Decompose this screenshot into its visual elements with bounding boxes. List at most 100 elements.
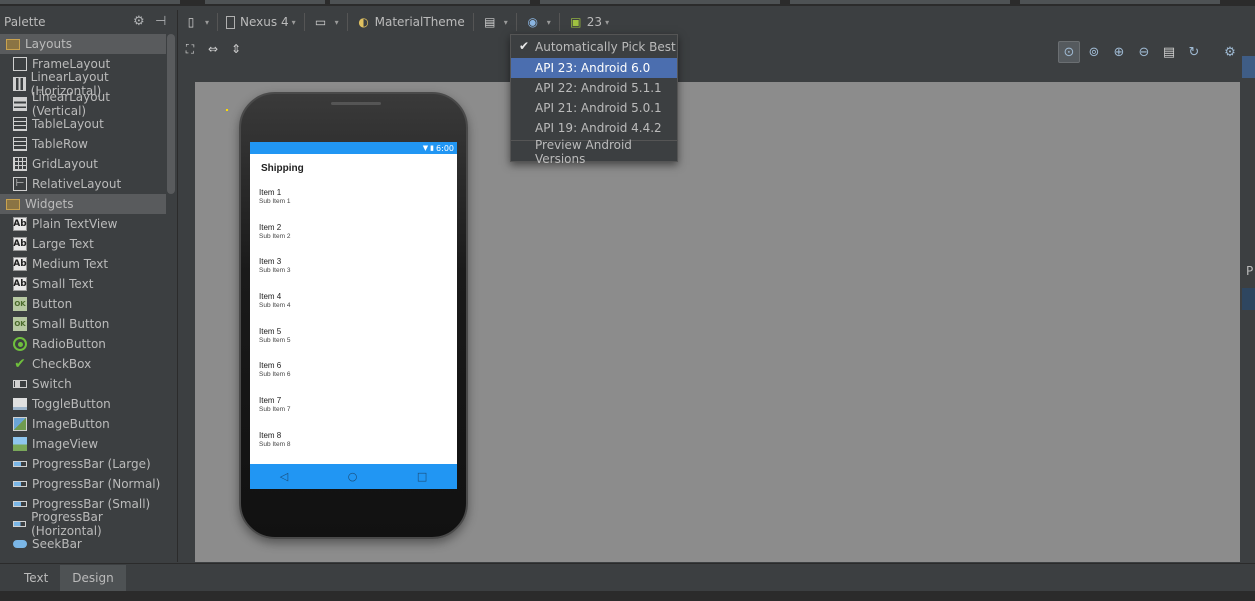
list-item-subtitle: Sub Item 6: [259, 371, 291, 379]
palette-item-label: Small Button: [32, 317, 110, 331]
palette-item[interactable]: ImageView: [0, 434, 166, 454]
palette-item[interactable]: ✔ CheckBox: [0, 354, 166, 374]
tab-text[interactable]: Text: [12, 565, 60, 591]
list-item[interactable]: Item 2 Sub Item 2: [259, 223, 457, 258]
window-top-strip: [0, 0, 1255, 6]
palette-item[interactable]: Ab Large Text: [0, 234, 166, 254]
bar-icon: [13, 501, 27, 507]
palette-item[interactable]: ProgressBar (Normal): [0, 474, 166, 494]
auto-pick-option[interactable]: ✔ Automatically Pick Best: [511, 35, 677, 58]
palette-item-label: Large Text: [32, 237, 94, 251]
palette-item[interactable]: ImageButton: [0, 414, 166, 434]
radio-icon: [13, 337, 27, 351]
list-item-subtitle: Sub Item 8: [259, 440, 291, 448]
palette-item-label: ProgressBar (Large): [32, 457, 151, 471]
palette-group-widgets[interactable]: Widgets: [0, 194, 166, 214]
api-level-selector[interactable]: ▣ 23 ▾: [564, 11, 613, 33]
zoom-actual-icon[interactable]: ⊚: [1083, 41, 1105, 63]
hide-panel-icon[interactable]: ⊣: [155, 15, 169, 29]
api-option[interactable]: API 23: Android 6.0: [511, 58, 677, 78]
gear-icon[interactable]: ⚙: [133, 15, 147, 29]
list-item[interactable]: Item 8 Sub Item 8: [259, 431, 457, 466]
api-option[interactable]: API 21: Android 5.0.1: [511, 98, 677, 118]
palette-item[interactable]: OK Small Button: [0, 314, 166, 334]
fit-height-icon[interactable]: ⇕: [228, 41, 244, 57]
palette-item-label: Small Text: [32, 277, 94, 291]
palette-item[interactable]: Switch: [0, 374, 166, 394]
palette-item[interactable]: Ab Small Text: [0, 274, 166, 294]
editor-tab[interactable]: [205, 0, 325, 4]
theme-label: MaterialTheme: [374, 15, 465, 29]
status-time: 6:00: [436, 143, 454, 153]
design-canvas[interactable]: ▼ ▮ 6:00 Shipping Item 1 Sub Item 1 Item 2…: [195, 82, 1240, 562]
editor-tab[interactable]: [790, 0, 1010, 4]
preview-versions-option[interactable]: Preview Android Versions: [511, 138, 677, 166]
bar-icon: [13, 521, 27, 527]
palette-item[interactable]: LinearLayout (Vertical): [0, 90, 166, 118]
api-option[interactable]: API 19: Android 4.4.2: [511, 118, 677, 138]
back-icon[interactable]: ◁: [280, 470, 288, 483]
switch-icon: [13, 380, 27, 388]
selection-marker: [226, 109, 228, 111]
list-item[interactable]: Item 1 Sub Item 1: [259, 188, 457, 223]
editor-tab[interactable]: [330, 0, 530, 4]
list-item[interactable]: Item 4 Sub Item 4: [259, 292, 457, 327]
table-icon: [13, 117, 27, 131]
ab-icon: Ab: [13, 237, 27, 251]
list-item[interactable]: Item 7 Sub Item 7: [259, 396, 457, 431]
toolbar-divider: [472, 13, 474, 31]
toolbar-divider: [515, 13, 517, 31]
device-selector[interactable]: Nexus 4 ▾: [222, 11, 300, 33]
palette-item[interactable]: RadioButton: [0, 334, 166, 354]
list-item[interactable]: Item 6 Sub Item 6: [259, 361, 457, 396]
list-item[interactable]: Item 5 Sub Item 5: [259, 327, 457, 362]
grid-icon: [13, 157, 27, 171]
device-rotate-icon: ▯: [187, 15, 195, 29]
fit-width-icon[interactable]: ⇔: [205, 41, 221, 57]
palette-item[interactable]: TableRow: [0, 134, 166, 154]
list-item[interactable]: Item 3 Sub Item 3: [259, 257, 457, 292]
device-screen[interactable]: ▼ ▮ 6:00 Shipping Item 1 Sub Item 1 Item 2…: [250, 142, 457, 489]
zoom-in-icon[interactable]: ⊕: [1108, 41, 1130, 63]
theme-selector[interactable]: ◐ MaterialTheme: [352, 11, 469, 33]
list-item-title: Item 1: [259, 188, 282, 197]
tab-design[interactable]: Design: [60, 564, 126, 591]
palette-scrollbar[interactable]: [167, 34, 175, 194]
recents-icon[interactable]: □: [417, 470, 427, 483]
design-options-button[interactable]: ▯ ▾: [179, 11, 213, 33]
api-option-label: API 23: Android 6.0: [535, 61, 651, 75]
palette-item[interactable]: Ab Plain TextView: [0, 214, 166, 234]
home-icon[interactable]: ○: [348, 470, 358, 483]
orientation-button[interactable]: ▭ ▾: [309, 11, 343, 33]
editor-tab[interactable]: [0, 0, 180, 4]
activity-selector[interactable]: ▤ ▾: [478, 11, 512, 33]
ab-icon: Ab: [13, 257, 27, 271]
api-option-label: API 19: Android 4.4.2: [535, 121, 662, 135]
refresh-icon[interactable]: ↻: [1183, 41, 1205, 63]
device-label: Nexus 4: [240, 15, 289, 29]
palette-item-label: ProgressBar (Small): [32, 497, 151, 511]
palette-item[interactable]: ProgressBar (Large): [0, 454, 166, 474]
zoom-to-fit-icon[interactable]: ⊙: [1058, 41, 1080, 63]
palette-item[interactable]: ⊢ RelativeLayout: [0, 174, 166, 194]
palette-item[interactable]: GridLayout: [0, 154, 166, 174]
palette-group-layouts[interactable]: Layouts: [0, 34, 166, 54]
palette-item[interactable]: ToggleButton: [0, 394, 166, 414]
palette-item[interactable]: Ab Medium Text: [0, 254, 166, 274]
settings-gear-icon[interactable]: ⚙: [1219, 41, 1241, 63]
zoom-out-icon[interactable]: ⊖: [1133, 41, 1155, 63]
orientation-icon: ▭: [314, 15, 327, 29]
palette-item[interactable]: ProgressBar (Horizontal): [0, 510, 166, 538]
editor-tab[interactable]: [540, 0, 780, 4]
api-option[interactable]: API 22: Android 5.1.1: [511, 78, 677, 98]
jump-to-source-icon[interactable]: ▤: [1158, 41, 1180, 63]
locale-selector[interactable]: ◉ ▾: [521, 11, 555, 33]
properties-tab-label[interactable]: P: [1246, 264, 1253, 278]
imgbtn-icon: [13, 417, 27, 431]
api-option-label: API 21: Android 5.0.1: [535, 101, 662, 115]
palette-item[interactable]: OK Button: [0, 294, 166, 314]
toolbar-divider: [303, 13, 305, 31]
editor-tab[interactable]: [1020, 0, 1220, 4]
zoom-fit-icon[interactable]: ⛶: [182, 41, 198, 57]
palette-item-label: SeekBar: [32, 537, 82, 551]
